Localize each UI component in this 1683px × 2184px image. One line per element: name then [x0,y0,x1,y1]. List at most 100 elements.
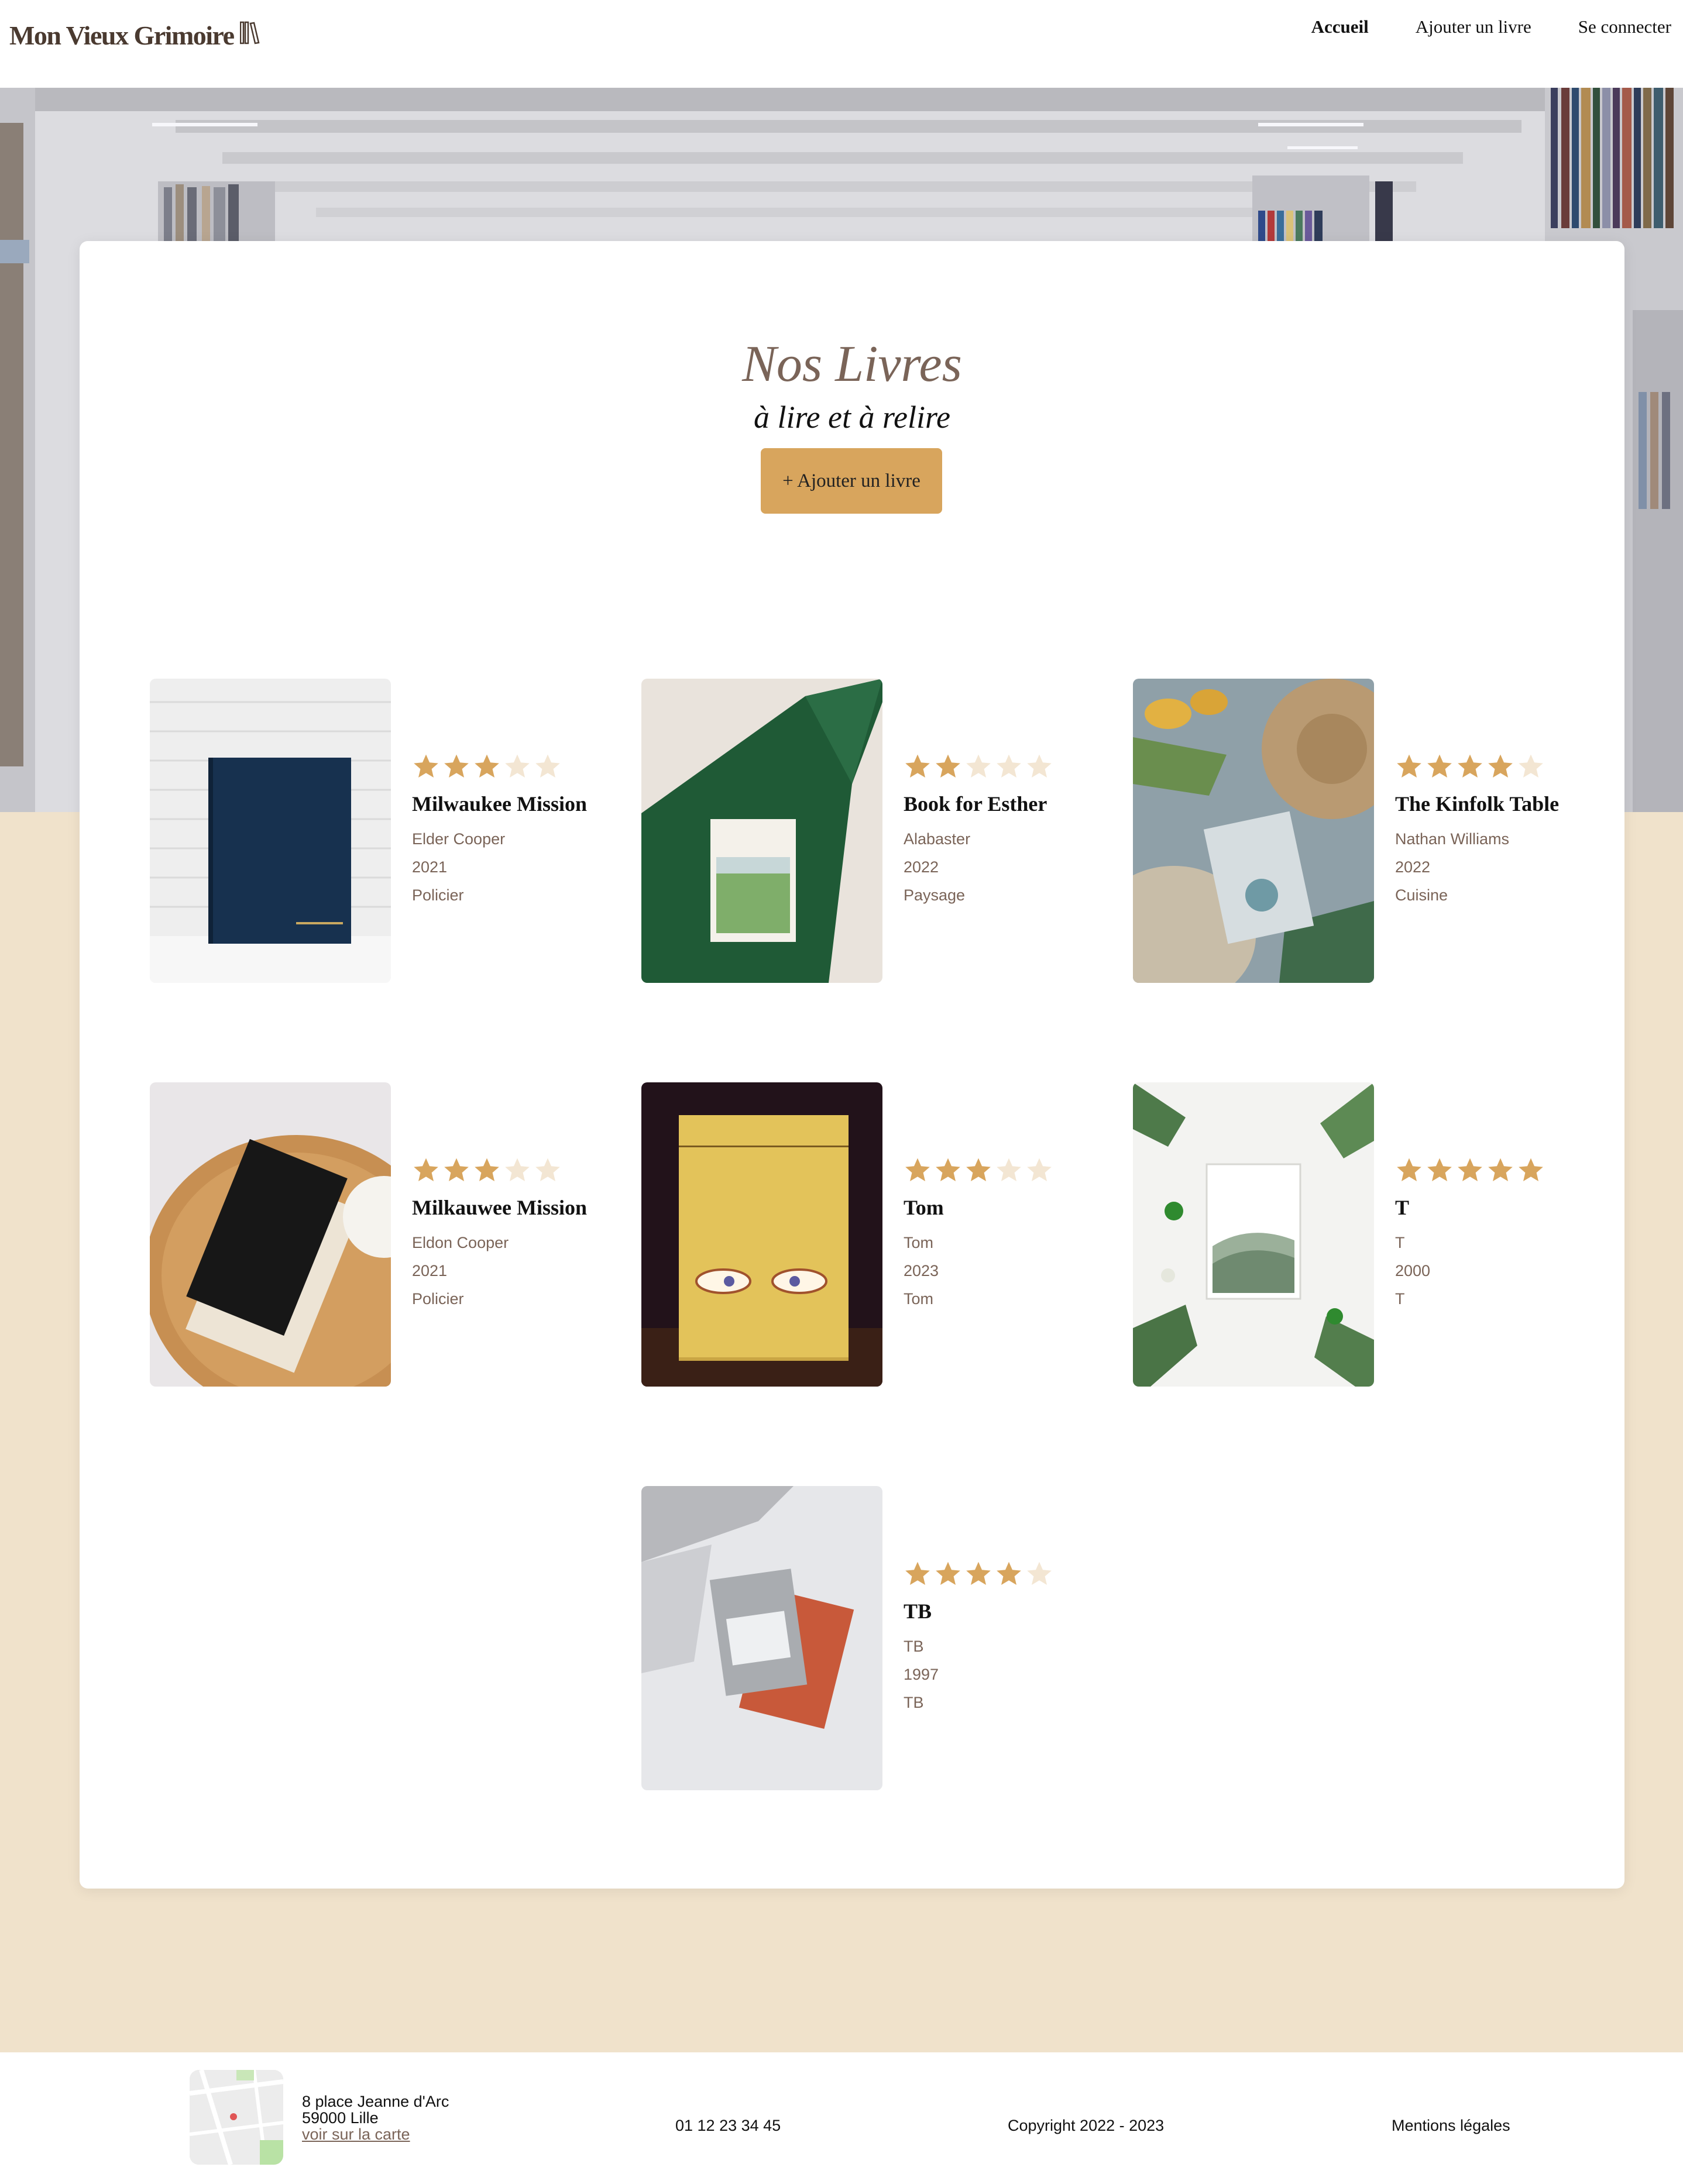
star-filled-icon [1397,754,1421,778]
book-cover-image [641,1082,882,1387]
book-title: The Kinfolk Table [1395,792,1560,816]
star-filled-icon [1427,754,1452,778]
book-year: 2022 [1395,858,1431,876]
book-cover-image [1133,679,1374,983]
rating-stars [1395,1156,1594,1184]
book-title: T [1395,1196,1410,1219]
book-genre: Paysage [904,886,966,904]
book-year: 2022 [904,858,939,876]
address-city: 59000 Lille [302,2109,379,2127]
book-author: Eldon Cooper [412,1234,509,1251]
books-icon [239,20,261,51]
footer: 8 place Jeanne d'Arc 59000 Lille voir su… [0,2052,1683,2184]
star-filled-icon [414,754,438,778]
book-cover-image [641,1486,882,1790]
legal-link[interactable]: Mentions légales [1392,2117,1510,2135]
book-author: Alabaster [904,830,971,848]
star-filled-icon [475,1158,499,1181]
star-filled-icon [414,1158,438,1181]
star-filled-icon [1488,754,1513,778]
page-subtitle: à lire et à relire [754,400,950,435]
nav-accueil[interactable]: Accueil [1311,16,1369,37]
star-filled-icon [1458,1158,1482,1181]
star-filled-icon [905,1562,930,1585]
rating-stars [904,752,1102,780]
star-empty-icon [535,1158,560,1181]
book-card[interactable]: The Kinfolk Table Nathan Williams 2022 C… [1133,679,1589,983]
book-card[interactable]: TB TB 1997 TB [641,1486,1098,1790]
book-year: 1997 [904,1666,939,1683]
rating-stars [412,752,611,780]
star-empty-icon [997,754,1021,778]
address-line: 8 place Jeanne d'Arc [302,2093,449,2110]
book-author: T [1395,1234,1405,1251]
book-genre: Cuisine [1395,886,1448,904]
book-title: Milkauwee Mission [412,1196,588,1219]
footer-address: 8 place Jeanne d'Arc 59000 Lille voir su… [302,2093,449,2142]
star-filled-icon [1458,754,1482,778]
star-empty-icon [966,754,991,778]
star-empty-icon [1027,1562,1052,1585]
logo[interactable]: Mon Vieux Grimoire [9,18,261,53]
map-link[interactable]: voir sur la carte [302,2125,410,2143]
star-filled-icon [1519,1158,1543,1181]
footer-copyright: Copyright 2022 - 2023 [1008,2117,1165,2134]
book-genre: T [1395,1290,1405,1308]
book-year: 2023 [904,1262,939,1280]
book-year: 2000 [1395,1262,1431,1280]
book-title: Milwaukee Mission [412,792,588,816]
logo-text: Mon Vieux Grimoire [9,20,235,50]
star-filled-icon [966,1158,991,1181]
book-title: TB [904,1600,932,1623]
book-card[interactable]: Book for Esther Alabaster 2022 Paysage [641,679,1098,983]
star-filled-icon [1427,1158,1452,1181]
star-empty-icon [1027,754,1052,778]
books-card: Nos Livres à lire et à relire + Ajouter … [80,241,1624,1889]
nav-ajouter-livre[interactable]: Ajouter un livre [1416,16,1531,37]
book-title: Tom [904,1196,944,1219]
star-filled-icon [936,754,960,778]
star-empty-icon [505,1158,530,1181]
book-author: Nathan Williams [1395,830,1510,848]
book-genre: Policier [412,1290,464,1308]
book-author: TB [904,1638,924,1655]
star-filled-icon [966,1562,991,1585]
star-empty-icon [1519,754,1543,778]
rating-stars [904,1560,1102,1588]
book-title: Book for Esther [904,792,1047,816]
book-card[interactable]: Milkauwee Mission Eldon Cooper 2021 Poli… [150,1082,606,1387]
star-empty-icon [535,754,560,778]
book-author: Elder Cooper [412,830,506,848]
add-book-button[interactable]: + Ajouter un livre [761,448,942,514]
book-cover-image [1133,1082,1374,1387]
map-thumbnail[interactable] [190,2070,283,2165]
star-filled-icon [1488,1158,1513,1181]
nav-se-connecter[interactable]: Se connecter [1578,16,1671,37]
rating-stars [904,1156,1102,1184]
rating-stars [1395,752,1594,780]
book-card[interactable]: Milwaukee Mission Elder Cooper 2021 Poli… [150,679,606,983]
page-title: Nos Livres [742,336,962,393]
footer-phone: 01 12 23 34 45 [675,2117,781,2134]
book-year: 2021 [412,1262,448,1280]
main-nav: Accueil Ajouter un livre Se connecter [1311,16,1671,37]
star-filled-icon [444,1158,469,1181]
book-genre: Policier [412,886,464,904]
star-filled-icon [905,754,930,778]
star-filled-icon [475,754,499,778]
star-filled-icon [936,1562,960,1585]
book-cover-image [150,1082,391,1387]
book-cover-image [641,679,882,983]
star-empty-icon [997,1158,1021,1181]
rating-stars [412,1156,611,1184]
star-empty-icon [505,754,530,778]
book-genre: Tom [904,1290,934,1308]
star-filled-icon [444,754,469,778]
header: Mon Vieux Grimoire Accueil Ajouter un li… [0,0,1683,88]
star-filled-icon [1397,1158,1421,1181]
star-filled-icon [905,1158,930,1181]
book-cover-image [150,679,391,983]
book-card[interactable]: T T 2000 T [1133,1082,1589,1387]
star-filled-icon [936,1158,960,1181]
book-card[interactable]: Tom Tom 2023 Tom [641,1082,1098,1387]
